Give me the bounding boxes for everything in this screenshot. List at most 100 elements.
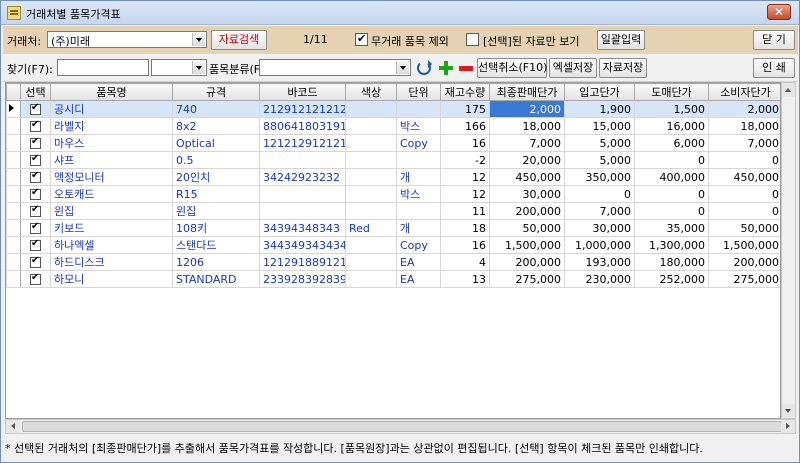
row-indicator[interactable] bbox=[6, 100, 21, 118]
column-header-wholesale-price[interactable]: 도매단가 bbox=[634, 83, 709, 101]
cell-last-sale-price[interactable]: 2,000 bbox=[489, 100, 565, 118]
chevron-down-icon[interactable] bbox=[192, 61, 205, 74]
plus-icon[interactable] bbox=[439, 61, 453, 75]
cell-wholesale-price[interactable]: 0 bbox=[634, 151, 709, 169]
cell-spec[interactable]: 0.5 bbox=[172, 151, 260, 169]
cell-color[interactable]: Red bbox=[345, 219, 397, 237]
find-option-select[interactable] bbox=[151, 59, 207, 76]
exclude-no-trade-checkbox[interactable] bbox=[355, 32, 368, 46]
table-row[interactable]: 샤프0.5-220,0005,00000 bbox=[6, 151, 780, 169]
cell-color[interactable] bbox=[345, 151, 397, 169]
row-indicator[interactable] bbox=[6, 270, 21, 288]
cell-stock-qty[interactable]: 12 bbox=[440, 168, 490, 186]
row-indicator[interactable] bbox=[6, 185, 21, 203]
scroll-up-icon[interactable] bbox=[782, 83, 795, 97]
cell-item-name[interactable]: 키보드 bbox=[50, 219, 173, 237]
cell-color[interactable] bbox=[345, 185, 397, 203]
cell-retail-price[interactable]: 0 bbox=[708, 151, 780, 169]
print-button[interactable]: 인 쇄 bbox=[753, 58, 795, 78]
row-select-checkbox[interactable] bbox=[30, 170, 41, 183]
cell-item-name[interactable]: 하모니 bbox=[50, 270, 173, 288]
cell-color[interactable] bbox=[345, 253, 397, 271]
bulk-input-button[interactable]: 일괄입력 bbox=[597, 30, 645, 50]
column-header-item-name[interactable]: 품목명 bbox=[50, 83, 173, 101]
column-header-barcode[interactable]: 바코드 bbox=[259, 83, 346, 101]
cell-purchase-price[interactable]: 5,000 bbox=[564, 151, 635, 169]
cell-item-name[interactable]: 샤프 bbox=[50, 151, 173, 169]
cell-purchase-price[interactable]: 5,000 bbox=[564, 134, 635, 152]
cell-wholesale-price[interactable]: 1,300,000 bbox=[634, 236, 709, 254]
table-row[interactable]: 하드디스크12061212918891212EA4200,000193,0001… bbox=[6, 253, 780, 271]
cell-item-name[interactable]: 윈집 bbox=[50, 202, 173, 220]
table-row[interactable]: 키보드108키34394348343Red개1850,00030,00035,0… bbox=[6, 219, 780, 237]
cell-retail-price[interactable]: 0 bbox=[708, 185, 780, 203]
column-header-unit[interactable]: 단위 bbox=[396, 83, 441, 101]
cell-color[interactable] bbox=[345, 236, 397, 254]
cell-spec[interactable]: STANDARD bbox=[172, 270, 260, 288]
cell-last-sale-price[interactable]: 7,000 bbox=[489, 134, 565, 152]
cell-barcode[interactable]: 8806418031917 bbox=[259, 117, 346, 135]
scroll-left-icon[interactable] bbox=[6, 420, 20, 433]
cell-last-sale-price[interactable]: 200,000 bbox=[489, 202, 565, 220]
cell-barcode[interactable] bbox=[259, 185, 346, 203]
cell-spec[interactable]: 108키 bbox=[172, 219, 260, 237]
cell-unit[interactable]: EA bbox=[396, 253, 441, 271]
cell-spec[interactable]: 윈집 bbox=[172, 202, 260, 220]
row-select-cell[interactable] bbox=[20, 117, 51, 135]
row-indicator[interactable] bbox=[6, 117, 21, 135]
row-select-checkbox[interactable] bbox=[30, 204, 41, 217]
cell-item-name[interactable]: 하드디스크 bbox=[50, 253, 173, 271]
table-row[interactable]: 공시디7402129121212121752,0001,9001,5002,00… bbox=[6, 100, 780, 118]
cell-last-sale-price[interactable]: 1,500,000 bbox=[489, 236, 565, 254]
row-select-cell[interactable] bbox=[20, 270, 51, 288]
column-header-purchase-price[interactable]: 입고단가 bbox=[564, 83, 635, 101]
chevron-down-icon[interactable] bbox=[396, 61, 409, 74]
cell-purchase-price[interactable]: 0 bbox=[564, 185, 635, 203]
cell-item-name[interactable]: 오토캐드 bbox=[50, 185, 173, 203]
cell-wholesale-price[interactable]: 400,000 bbox=[634, 168, 709, 186]
scroll-thumb[interactable] bbox=[22, 421, 782, 432]
chevron-down-icon[interactable] bbox=[192, 33, 205, 46]
column-header-last-sale-price[interactable]: 최종판매단가 bbox=[489, 83, 565, 101]
cell-stock-qty[interactable]: 18 bbox=[440, 219, 490, 237]
row-indicator[interactable] bbox=[6, 134, 21, 152]
column-header-spec[interactable]: 규격 bbox=[172, 83, 260, 101]
cell-spec[interactable]: 8x2 bbox=[172, 117, 260, 135]
find-input[interactable] bbox=[57, 59, 149, 76]
cell-stock-qty[interactable]: -2 bbox=[440, 151, 490, 169]
client-select[interactable]: (주)미래 bbox=[47, 31, 207, 48]
row-select-cell[interactable] bbox=[20, 168, 51, 186]
row-indicator[interactable] bbox=[6, 219, 21, 237]
cell-barcode[interactable]: 23392839283923 bbox=[259, 270, 346, 288]
cell-stock-qty[interactable]: 175 bbox=[440, 100, 490, 118]
cell-barcode[interactable]: 212912121212 bbox=[259, 100, 346, 118]
cell-purchase-price[interactable]: 7,000 bbox=[564, 202, 635, 220]
column-header-stock-qty[interactable]: 재고수량 bbox=[440, 83, 490, 101]
cell-purchase-price[interactable]: 1,000,000 bbox=[564, 236, 635, 254]
cell-stock-qty[interactable]: 12 bbox=[440, 185, 490, 203]
column-header-color[interactable]: 색상 bbox=[345, 83, 397, 101]
cell-unit[interactable]: 박스 bbox=[396, 117, 441, 135]
cell-retail-price[interactable]: 7,000 bbox=[708, 134, 780, 152]
cell-last-sale-price[interactable]: 50,000 bbox=[489, 219, 565, 237]
row-select-cell[interactable] bbox=[20, 100, 51, 118]
cell-retail-price[interactable]: 1,500,000 bbox=[708, 236, 780, 254]
cell-barcode[interactable] bbox=[259, 202, 346, 220]
price-grid[interactable]: 선택품목명규격바코드색상단위재고수량최종판매단가입고단가도매단가소비자단가 공시… bbox=[5, 82, 781, 419]
cell-purchase-price[interactable]: 350,000 bbox=[564, 168, 635, 186]
cell-wholesale-price[interactable]: 6,000 bbox=[634, 134, 709, 152]
cell-spec[interactable]: 1206 bbox=[172, 253, 260, 271]
cell-unit[interactable]: 개 bbox=[396, 168, 441, 186]
row-select-cell[interactable] bbox=[20, 253, 51, 271]
cell-unit[interactable]: 개 bbox=[396, 219, 441, 237]
cell-retail-price[interactable]: 2,000 bbox=[708, 100, 780, 118]
cell-color[interactable] bbox=[345, 270, 397, 288]
window-close-button[interactable]: ✕ bbox=[767, 4, 791, 20]
row-select-cell[interactable] bbox=[20, 134, 51, 152]
cell-unit[interactable]: Copy bbox=[396, 134, 441, 152]
row-select-checkbox[interactable] bbox=[30, 153, 41, 166]
cell-spec[interactable]: 740 bbox=[172, 100, 260, 118]
search-data-button[interactable]: 자료검색 bbox=[211, 30, 267, 50]
cell-item-name[interactable]: 라벨지 bbox=[50, 117, 173, 135]
cell-retail-price[interactable]: 0 bbox=[708, 202, 780, 220]
